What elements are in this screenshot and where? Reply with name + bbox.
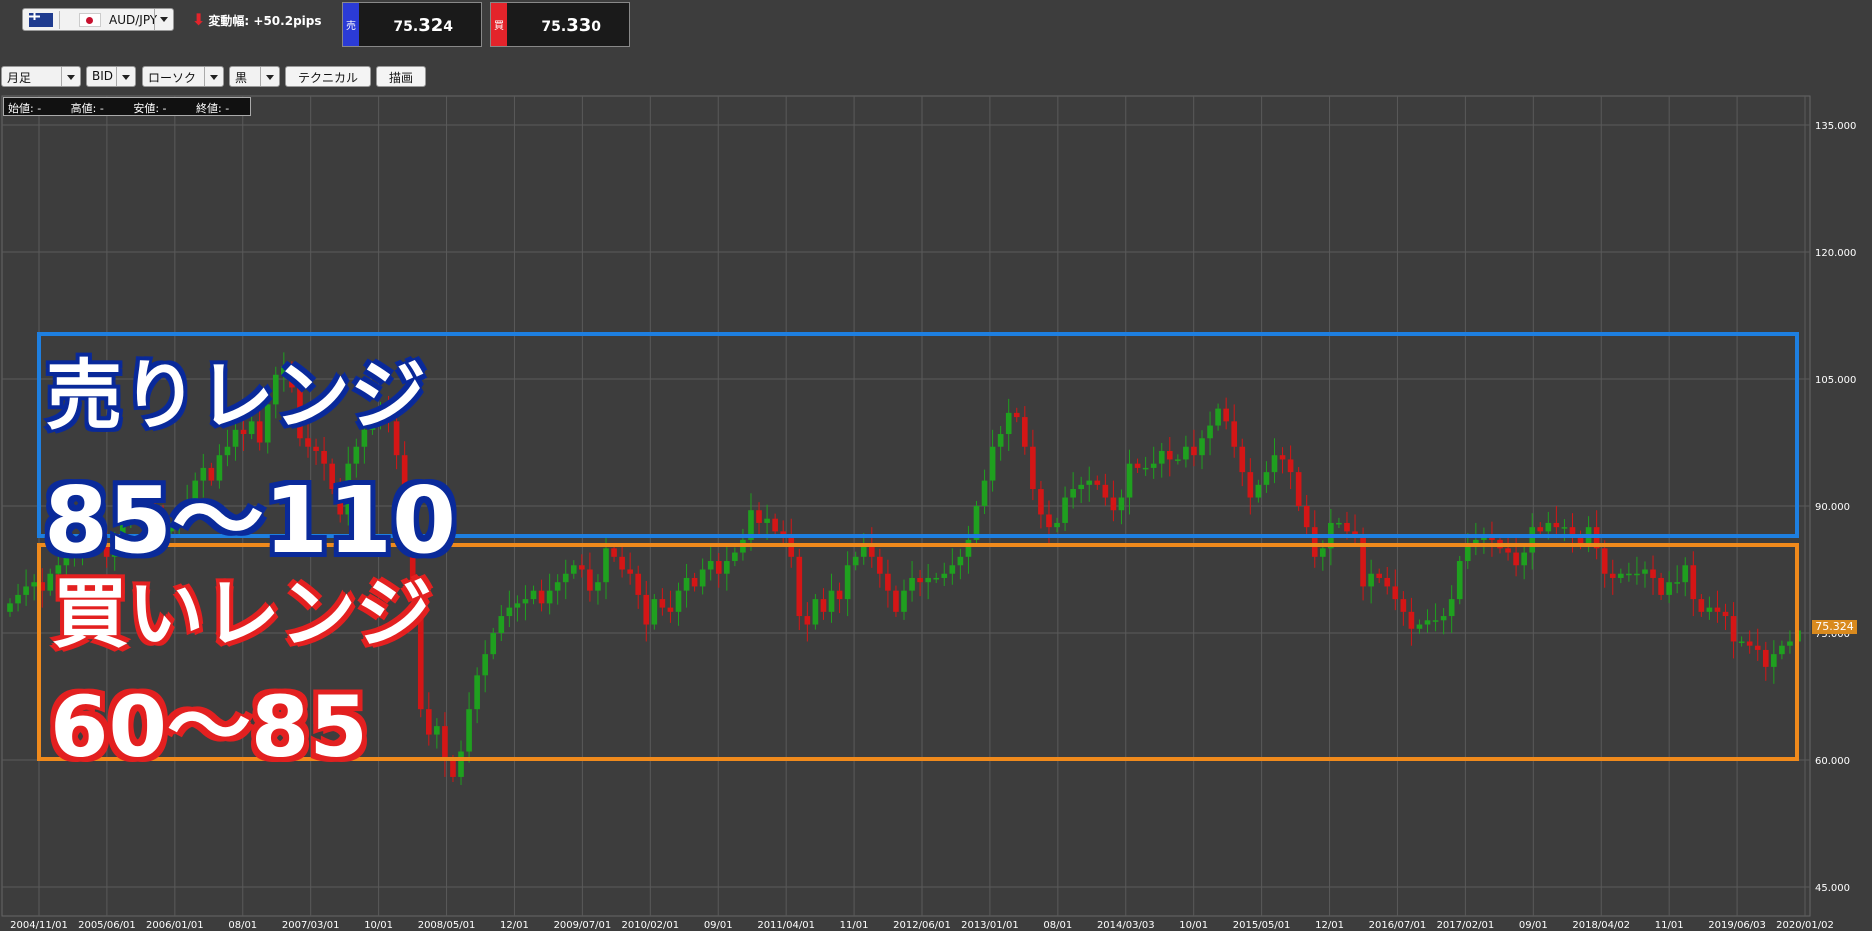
sell-quote-button[interactable]: 売 75.324 [342,2,482,47]
x-tick-label: 2010/02/01 [621,920,679,931]
japan-flag-icon [79,13,101,27]
candle-body [23,586,29,595]
sell-price: 75.324 [393,15,453,36]
theme-select[interactable]: 黒 [229,66,280,87]
x-tick-label: 08/01 [1043,920,1072,931]
x-tick-label: 2006/01/01 [146,920,204,931]
candle-body [7,603,13,612]
x-tick-label: 2012/06/01 [893,920,951,931]
y-tick-label: 60.000 [1815,756,1850,767]
ohlc-close: 終値: - [196,102,230,115]
chevron-down-icon[interactable] [154,9,173,30]
buy-price: 75.330 [541,15,601,36]
chevron-down-icon[interactable] [116,67,135,86]
chart-type-label: ローソク [148,71,197,85]
chart-type-select[interactable]: ローソク [142,66,224,87]
x-tick-label: 2016/07/01 [1369,920,1427,931]
x-tick-label: 2009/07/01 [554,920,612,931]
x-tick-label: 2007/03/01 [282,920,340,931]
buy-range-values: 60～85 [50,678,368,776]
timeframe-select[interactable]: 月足 [1,66,81,87]
buy-range-title: 買いレンジ [52,569,432,658]
chevron-down-icon[interactable] [204,67,223,86]
buy-quote-button[interactable]: 買 75.330 [490,2,630,47]
price-type-label: BID [92,69,114,83]
x-tick-label: 12/01 [1315,920,1344,931]
x-tick-label: 10/01 [364,920,393,931]
candle-body [450,760,456,777]
flag-separator [59,11,60,29]
x-tick-label: 09/01 [1519,920,1548,931]
x-tick-label: 2020/01/02 [1776,920,1834,931]
sell-range-title: 売りレンジ [46,351,426,440]
theme-label: 黒 [235,71,248,85]
timeframe-label: 月足 [7,71,32,85]
x-tick-label: 2017/02/01 [1437,920,1495,931]
x-tick-label: 10/01 [1179,920,1208,931]
down-arrow-icon: ⬇ [192,10,206,29]
ohlc-low: 安値: - [133,102,167,115]
change-label: 変動幅: [208,14,250,28]
x-tick-label: 11/01 [840,920,869,931]
y-tick-label: 105.000 [1815,375,1856,386]
x-tick-label: 11/01 [1655,920,1684,931]
x-tick-label: 08/01 [228,920,257,931]
x-tick-label: 2013/01/01 [961,920,1019,931]
x-tick-label: 2008/05/01 [418,920,476,931]
ohlc-open: 始値: - [8,102,42,115]
change-value: +50.2pips [253,14,322,28]
x-tick-label: 2018/04/02 [1572,920,1630,931]
buy-tag: 買 [491,3,507,46]
x-tick-label: 2015/05/01 [1233,920,1291,931]
x-tick-label: 2011/04/01 [757,920,815,931]
y-tick-label: 135.000 [1815,121,1856,132]
technical-button[interactable]: テクニカル [285,66,371,87]
x-tick-label: 2004/11/01 [10,920,68,931]
price-type-select[interactable]: BID [86,66,136,87]
x-tick-label: 09/01 [704,920,733,931]
price-change: ⬇ 変動幅: +50.2pips [192,10,322,29]
draw-button[interactable]: 描画 [376,66,426,87]
x-tick-label: 2005/06/01 [78,920,136,931]
currency-pair-label: AUD/JPY [109,13,158,27]
candle-body [15,594,21,604]
chevron-down-icon[interactable] [260,67,279,86]
x-tick-label: 2019/06/03 [1708,920,1766,931]
y-tick-label: 45.000 [1815,883,1850,894]
sell-tag: 売 [343,3,359,46]
y-tick-label: 120.000 [1815,248,1856,259]
x-tick-label: 2014/03/03 [1097,920,1155,931]
last-price-tag: 75.324 [1812,620,1857,634]
ohlc-readout: 始値: - 高値: - 安値: - 終値: - [3,97,251,116]
australia-flag-icon [29,13,53,27]
chevron-down-icon[interactable] [61,67,80,86]
ohlc-high: 高値: - [70,102,104,115]
currency-pair-select[interactable]: AUD/JPY [22,8,174,31]
y-tick-label: 90.000 [1815,502,1850,513]
x-tick-label: 12/01 [500,920,529,931]
